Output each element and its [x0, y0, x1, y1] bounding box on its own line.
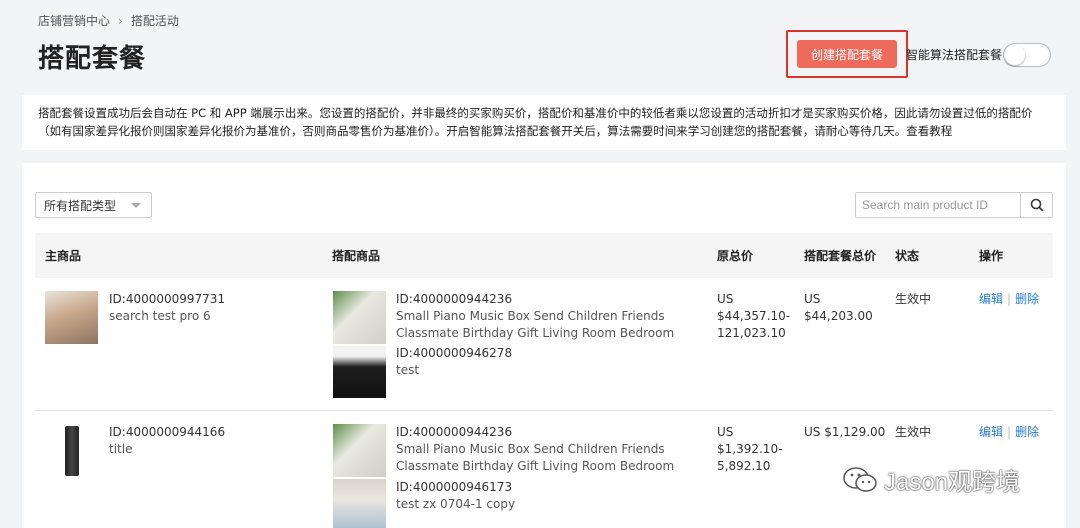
- matched-item-id: ID:4000000946278: [396, 346, 513, 360]
- search-icon: [1030, 198, 1043, 212]
- delete-link[interactable]: 删除: [1015, 292, 1039, 306]
- product-thumbnail[interactable]: [333, 346, 386, 398]
- chevron-right-icon: ›: [118, 13, 123, 28]
- bundle-type-value: 所有搭配类型: [44, 198, 117, 213]
- bundle-type-select[interactable]: 所有搭配类型: [35, 192, 152, 218]
- page-title: 搭配套餐: [38, 44, 147, 74]
- product-thumbnail[interactable]: [333, 424, 386, 477]
- notice-line-2: （如有国家差异化报价则国家差异化报价为基准价，否则商品零售价为基准价）。开启智能…: [38, 124, 953, 138]
- original-currency: US: [717, 425, 734, 439]
- action-divider: |: [1007, 425, 1012, 439]
- delete-link[interactable]: 删除: [1015, 425, 1039, 439]
- header-main: 主商品: [45, 249, 82, 263]
- matched-item-id: ID:4000000946173: [396, 480, 513, 494]
- original-currency: US: [717, 292, 734, 306]
- row-actions: 编辑 | 删除: [979, 291, 1039, 308]
- watermark: Jason观跨境: [842, 462, 1020, 497]
- original-price: $44,357.10-: [717, 309, 791, 323]
- bundle-price: $44,203.00: [804, 309, 873, 323]
- matched-item-title-cont[interactable]: Classmate Birthday Gift Living Room Bedr…: [396, 458, 674, 475]
- header-matched: 搭配商品: [332, 249, 381, 263]
- notice-line-1: 搭配套餐设置成功后会自动在 PC 和 APP 端展示出来。您设置的搭配价，并非最…: [38, 106, 1033, 120]
- action-divider: |: [1007, 292, 1012, 306]
- matched-item-title[interactable]: Small Piano Music Box Send Children Frie…: [396, 441, 665, 458]
- bundle-price: US $1,129.00: [804, 425, 886, 439]
- caret-down-icon: [131, 203, 141, 208]
- create-bundle-button[interactable]: 创建搭配套餐: [797, 40, 897, 68]
- edit-link[interactable]: 编辑: [979, 425, 1003, 439]
- header-original: 原总价: [717, 249, 754, 263]
- status-text: 生效中: [895, 425, 932, 439]
- info-notice: 搭配套餐设置成功后会自动在 PC 和 APP 端展示出来。您设置的搭配价，并非最…: [22, 95, 1066, 150]
- algo-toggle-switch[interactable]: [1003, 43, 1051, 67]
- search-button[interactable]: [1020, 193, 1052, 217]
- breadcrumb: 店铺营销中心 › 搭配活动: [38, 12, 179, 29]
- header-actions: 操作: [979, 249, 1004, 263]
- original-price: $1,392.10-: [717, 442, 783, 456]
- main-product-id: ID:4000000944166: [109, 425, 226, 439]
- matched-item-title[interactable]: Small Piano Music Box Send Children Frie…: [396, 308, 665, 325]
- matched-item-title-cont[interactable]: Classmate Birthday Gift Living Room Bedr…: [396, 325, 674, 342]
- main-product-id: ID:4000000997731: [109, 292, 226, 306]
- matched-item-title[interactable]: test zx 0704-1 copy: [396, 496, 515, 513]
- search-input[interactable]: [856, 193, 1020, 217]
- status-text: 生效中: [895, 292, 932, 306]
- main-product-title[interactable]: search test pro 6: [109, 308, 211, 325]
- toggle-knob: [1005, 45, 1025, 65]
- product-thumbnail[interactable]: [45, 424, 98, 477]
- breadcrumb-current: 搭配活动: [130, 14, 179, 28]
- edit-link[interactable]: 编辑: [979, 292, 1003, 306]
- table-row: ID:4000000997731 search test pro 6 ID:40…: [35, 278, 1053, 411]
- highlight-box: 创建搭配套餐: [786, 30, 908, 78]
- search-box: [855, 192, 1053, 218]
- bundle-currency: US: [804, 292, 821, 306]
- header-status: 状态: [895, 249, 920, 263]
- original-price-cont: 5,892.10: [717, 459, 771, 473]
- table-header: 主商品 搭配商品 原总价 搭配套餐总价 状态 操作: [35, 233, 1053, 278]
- matched-item-id: ID:4000000944236: [396, 292, 513, 306]
- product-thumbnail[interactable]: [45, 291, 98, 344]
- header-bundle: 搭配套餐总价: [804, 249, 877, 263]
- row-actions: 编辑 | 删除: [979, 424, 1039, 441]
- product-thumbnail[interactable]: [333, 291, 386, 344]
- wechat-icon: [843, 466, 877, 492]
- algo-toggle-label: 智能算法搭配套餐: [906, 48, 1003, 62]
- breadcrumb-root[interactable]: 店铺营销中心: [38, 12, 110, 29]
- watermark-text: Jason观跨境: [884, 469, 1021, 496]
- product-thumbnail[interactable]: [333, 479, 386, 528]
- matched-item-title[interactable]: test: [396, 362, 419, 379]
- matched-item-id: ID:4000000944236: [396, 425, 513, 439]
- main-product-title[interactable]: title: [109, 441, 132, 458]
- original-price-cont: 121,023.10: [717, 326, 786, 340]
